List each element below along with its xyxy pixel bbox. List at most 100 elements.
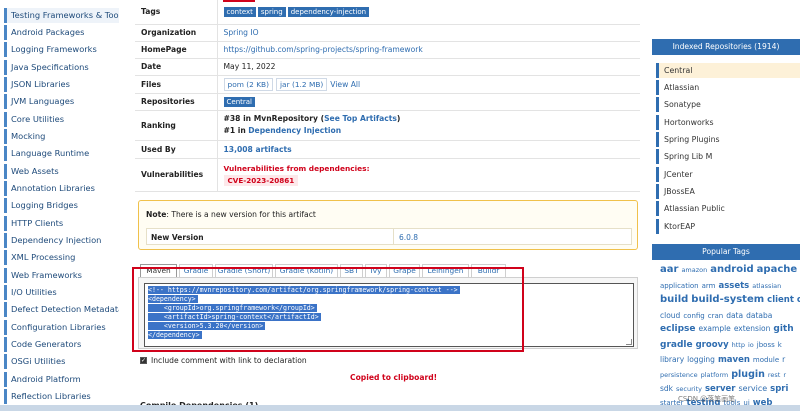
sidebar-item[interactable]: Android Platform	[4, 372, 119, 387]
cve-badge[interactable]: CVE-2023-20861	[223, 174, 299, 186]
popular-tag[interactable]: gith	[773, 324, 793, 334]
popular-tag[interactable]: k	[778, 341, 782, 349]
popular-tag[interactable]: library	[660, 355, 684, 364]
category-link[interactable]: Dependency Injection	[248, 126, 341, 135]
popular-tag[interactable]: jboss	[757, 341, 775, 349]
include-comment-checkbox[interactable]: ✓	[140, 356, 147, 364]
resize-handle[interactable]	[626, 339, 632, 345]
sidebar-item[interactable]: Dependency Injection	[4, 233, 119, 248]
popular-tag[interactable]: build-system	[691, 294, 764, 305]
organization-link[interactable]: Spring IO	[224, 28, 259, 37]
new-version-link[interactable]: 6.0.8	[399, 233, 418, 242]
used-by-link[interactable]: 13,008 artifacts	[224, 145, 292, 154]
popular-tag[interactable]: android	[710, 264, 753, 275]
popular-tag[interactable]: maven	[718, 355, 750, 365]
tag-spring[interactable]: spring	[257, 6, 286, 17]
sidebar-item[interactable]: Java Specifications	[4, 60, 119, 75]
jar-file-link[interactable]: jar (1.2 MB)	[276, 77, 328, 91]
popular-tag[interactable]: example	[699, 324, 731, 333]
popular-tag[interactable]: rest	[768, 371, 780, 379]
popular-tag[interactable]: atlassian	[752, 282, 781, 290]
popular-tag[interactable]: gradle	[660, 340, 693, 350]
popular-tag[interactable]: cran	[708, 312, 723, 320]
repository-badge[interactable]: Central	[223, 96, 255, 107]
sidebar-item[interactable]: I/O Utilities	[4, 285, 119, 300]
ranking-2-prefix: #1 in	[223, 126, 246, 135]
sidebar-item[interactable]: Annotation Libraries	[4, 181, 119, 196]
sidebar-item[interactable]: Logging Bridges	[4, 198, 119, 213]
bottom-strip	[0, 405, 800, 411]
popular-tag[interactable]: client	[767, 295, 794, 305]
popular-tags-header: Popular Tags	[652, 244, 800, 260]
popular-tag[interactable]: security	[676, 385, 702, 393]
popular-tag[interactable]: extension	[734, 324, 771, 333]
sidebar-item[interactable]: Core Utilities	[4, 112, 119, 127]
artifact-info-table: Tags context spring dependency-injection O…	[135, 0, 640, 192]
repository-item[interactable]: KtorEAP	[656, 219, 800, 234]
sidebar-item[interactable]: Testing Frameworks & Tools	[4, 8, 119, 23]
tag-cloud-line: cloud config cran data databa	[660, 311, 775, 320]
repository-item[interactable]: JBossEA	[656, 184, 800, 199]
popular-tag[interactable]: data	[726, 311, 743, 320]
popular-tag[interactable]: io	[748, 341, 754, 349]
ranking-1-suffix: )	[396, 114, 401, 123]
repository-item[interactable]: Hortonworks	[656, 115, 800, 130]
sidebar-item[interactable]: Logging Frameworks	[4, 42, 119, 57]
popular-tag[interactable]: aar	[660, 264, 678, 275]
popular-tag[interactable]: assets	[719, 281, 750, 291]
tags-cell: context spring dependency-injection	[217, 0, 640, 25]
pom-file-link[interactable]: pom (2 KB)	[223, 77, 273, 91]
sidebar-item[interactable]: XML Processing	[4, 250, 119, 265]
popular-tag[interactable]: logging	[687, 355, 715, 364]
repository-item[interactable]: Spring Plugins	[656, 132, 800, 147]
popular-tag[interactable]: r	[783, 371, 786, 379]
repository-item[interactable]: Atlassian	[656, 80, 800, 95]
tag-dependency-injection[interactable]: dependency-injection	[287, 6, 370, 17]
sidebar-item[interactable]: Defect Detection Metadata	[4, 302, 119, 317]
sidebar-item[interactable]: Web Frameworks	[4, 268, 119, 283]
sidebar-item[interactable]: Language Runtime	[4, 146, 119, 161]
popular-tag[interactable]: amazon	[681, 266, 707, 274]
repository-item[interactable]: Central	[656, 63, 800, 78]
repository-item[interactable]: JCenter	[656, 167, 800, 182]
popular-tag[interactable]: config	[683, 312, 704, 320]
popular-tag[interactable]: server	[705, 384, 736, 394]
repository-item[interactable]: Atlassian Public	[656, 201, 800, 216]
sidebar-item[interactable]: Android Packages	[4, 25, 119, 40]
sidebar-item[interactable]: Configuration Libraries	[4, 320, 119, 335]
popular-tag[interactable]: build	[660, 294, 688, 305]
note-text: Note: There is a new version for this ar…	[146, 210, 316, 219]
popular-tag[interactable]: sdk	[660, 384, 673, 393]
sidebar-item[interactable]: JVM Languages	[4, 94, 119, 109]
sidebar-item[interactable]: Code Generators	[4, 337, 119, 352]
sidebar-item[interactable]: Mocking	[4, 129, 119, 144]
repository-item[interactable]: Sonatype	[656, 97, 800, 112]
popular-tag[interactable]: module	[753, 356, 779, 364]
popular-tag[interactable]: spri	[770, 384, 788, 394]
popular-tag[interactable]: arm	[702, 282, 716, 290]
popular-tag[interactable]: cloud	[660, 311, 680, 320]
popular-tag[interactable]: platform	[701, 371, 729, 379]
sidebar-item[interactable]: Reflection Libraries	[4, 389, 119, 404]
tag-context[interactable]: context	[223, 6, 256, 17]
popular-tag[interactable]: service	[738, 384, 767, 393]
popular-tag[interactable]: plugin	[731, 369, 765, 380]
popular-tag[interactable]: r	[782, 355, 785, 364]
view-all-link[interactable]: View All	[330, 80, 360, 89]
popular-tag[interactable]: persistence	[660, 371, 698, 379]
top-artifacts-link[interactable]: See Top Artifacts	[324, 114, 397, 123]
sidebar-item[interactable]: JSON Libraries	[4, 77, 119, 92]
repository-item[interactable]: Spring Lib M	[656, 149, 800, 164]
watermark: CSDN @落笔画笔	[678, 395, 736, 403]
popular-tag[interactable]: eclipse	[660, 324, 696, 334]
popular-tag[interactable]: groovy	[696, 340, 729, 350]
sidebar-item[interactable]: OSGi Utilities	[4, 354, 119, 369]
homepage-label: HomePage	[135, 41, 218, 59]
sidebar-item[interactable]: Web Assets	[4, 164, 119, 179]
popular-tag[interactable]: apache	[757, 264, 797, 275]
popular-tag[interactable]: databa	[746, 311, 772, 320]
sidebar-item[interactable]: HTTP Clients	[4, 216, 119, 231]
popular-tag[interactable]: http	[732, 341, 745, 349]
popular-tag[interactable]: application	[660, 282, 699, 290]
homepage-link[interactable]: https://github.com/spring-projects/sprin…	[224, 45, 423, 54]
